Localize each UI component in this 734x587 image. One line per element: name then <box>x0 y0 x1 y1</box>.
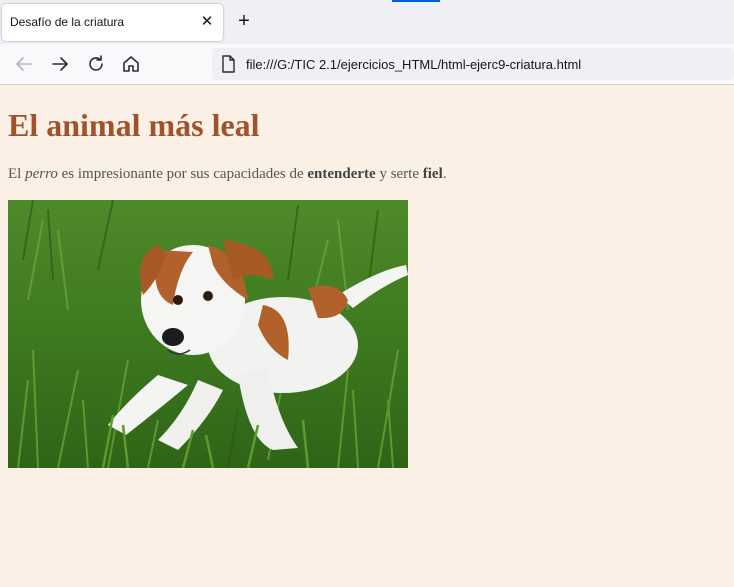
navigation-bar: file:///G:/TIC 2.1/ejercicios_HTML/html-… <box>0 44 734 85</box>
intro-text-1: El <box>8 166 26 182</box>
intro-strong-2: fiel <box>422 166 443 182</box>
back-arrow-icon[interactable] <box>13 53 35 75</box>
page-title: El animal más leal <box>8 107 260 143</box>
tab-accent-line <box>392 0 440 2</box>
intro-paragraph: El perro es impresionante por sus capaci… <box>8 166 447 183</box>
home-icon[interactable] <box>120 53 142 75</box>
forward-arrow-icon[interactable] <box>49 53 71 75</box>
page-icon <box>220 55 236 73</box>
tab-strip: Desafío de la criatura ✕ + <box>0 0 734 44</box>
browser-tab[interactable]: Desafío de la criatura ✕ <box>2 4 223 41</box>
new-tab-button[interactable]: + <box>234 11 254 31</box>
address-bar[interactable]: file:///G:/TIC 2.1/ejercicios_HTML/html-… <box>212 48 734 80</box>
close-tab-icon[interactable]: ✕ <box>198 13 216 31</box>
intro-text-2: es impresionante por sus capacidades de <box>57 166 308 182</box>
puppy-photo <box>8 200 408 468</box>
reload-icon[interactable] <box>85 53 107 75</box>
url-text[interactable]: file:///G:/TIC 2.1/ejercicios_HTML/html-… <box>246 57 581 72</box>
intro-text-4: . <box>442 166 447 182</box>
page-content: El animal más leal El perro es impresion… <box>0 85 734 587</box>
tab-title: Desafío de la criatura <box>10 15 125 29</box>
intro-text-3: y serte <box>375 166 423 182</box>
intro-strong-1: entenderte <box>307 166 376 182</box>
intro-emphasis: perro <box>25 166 58 182</box>
